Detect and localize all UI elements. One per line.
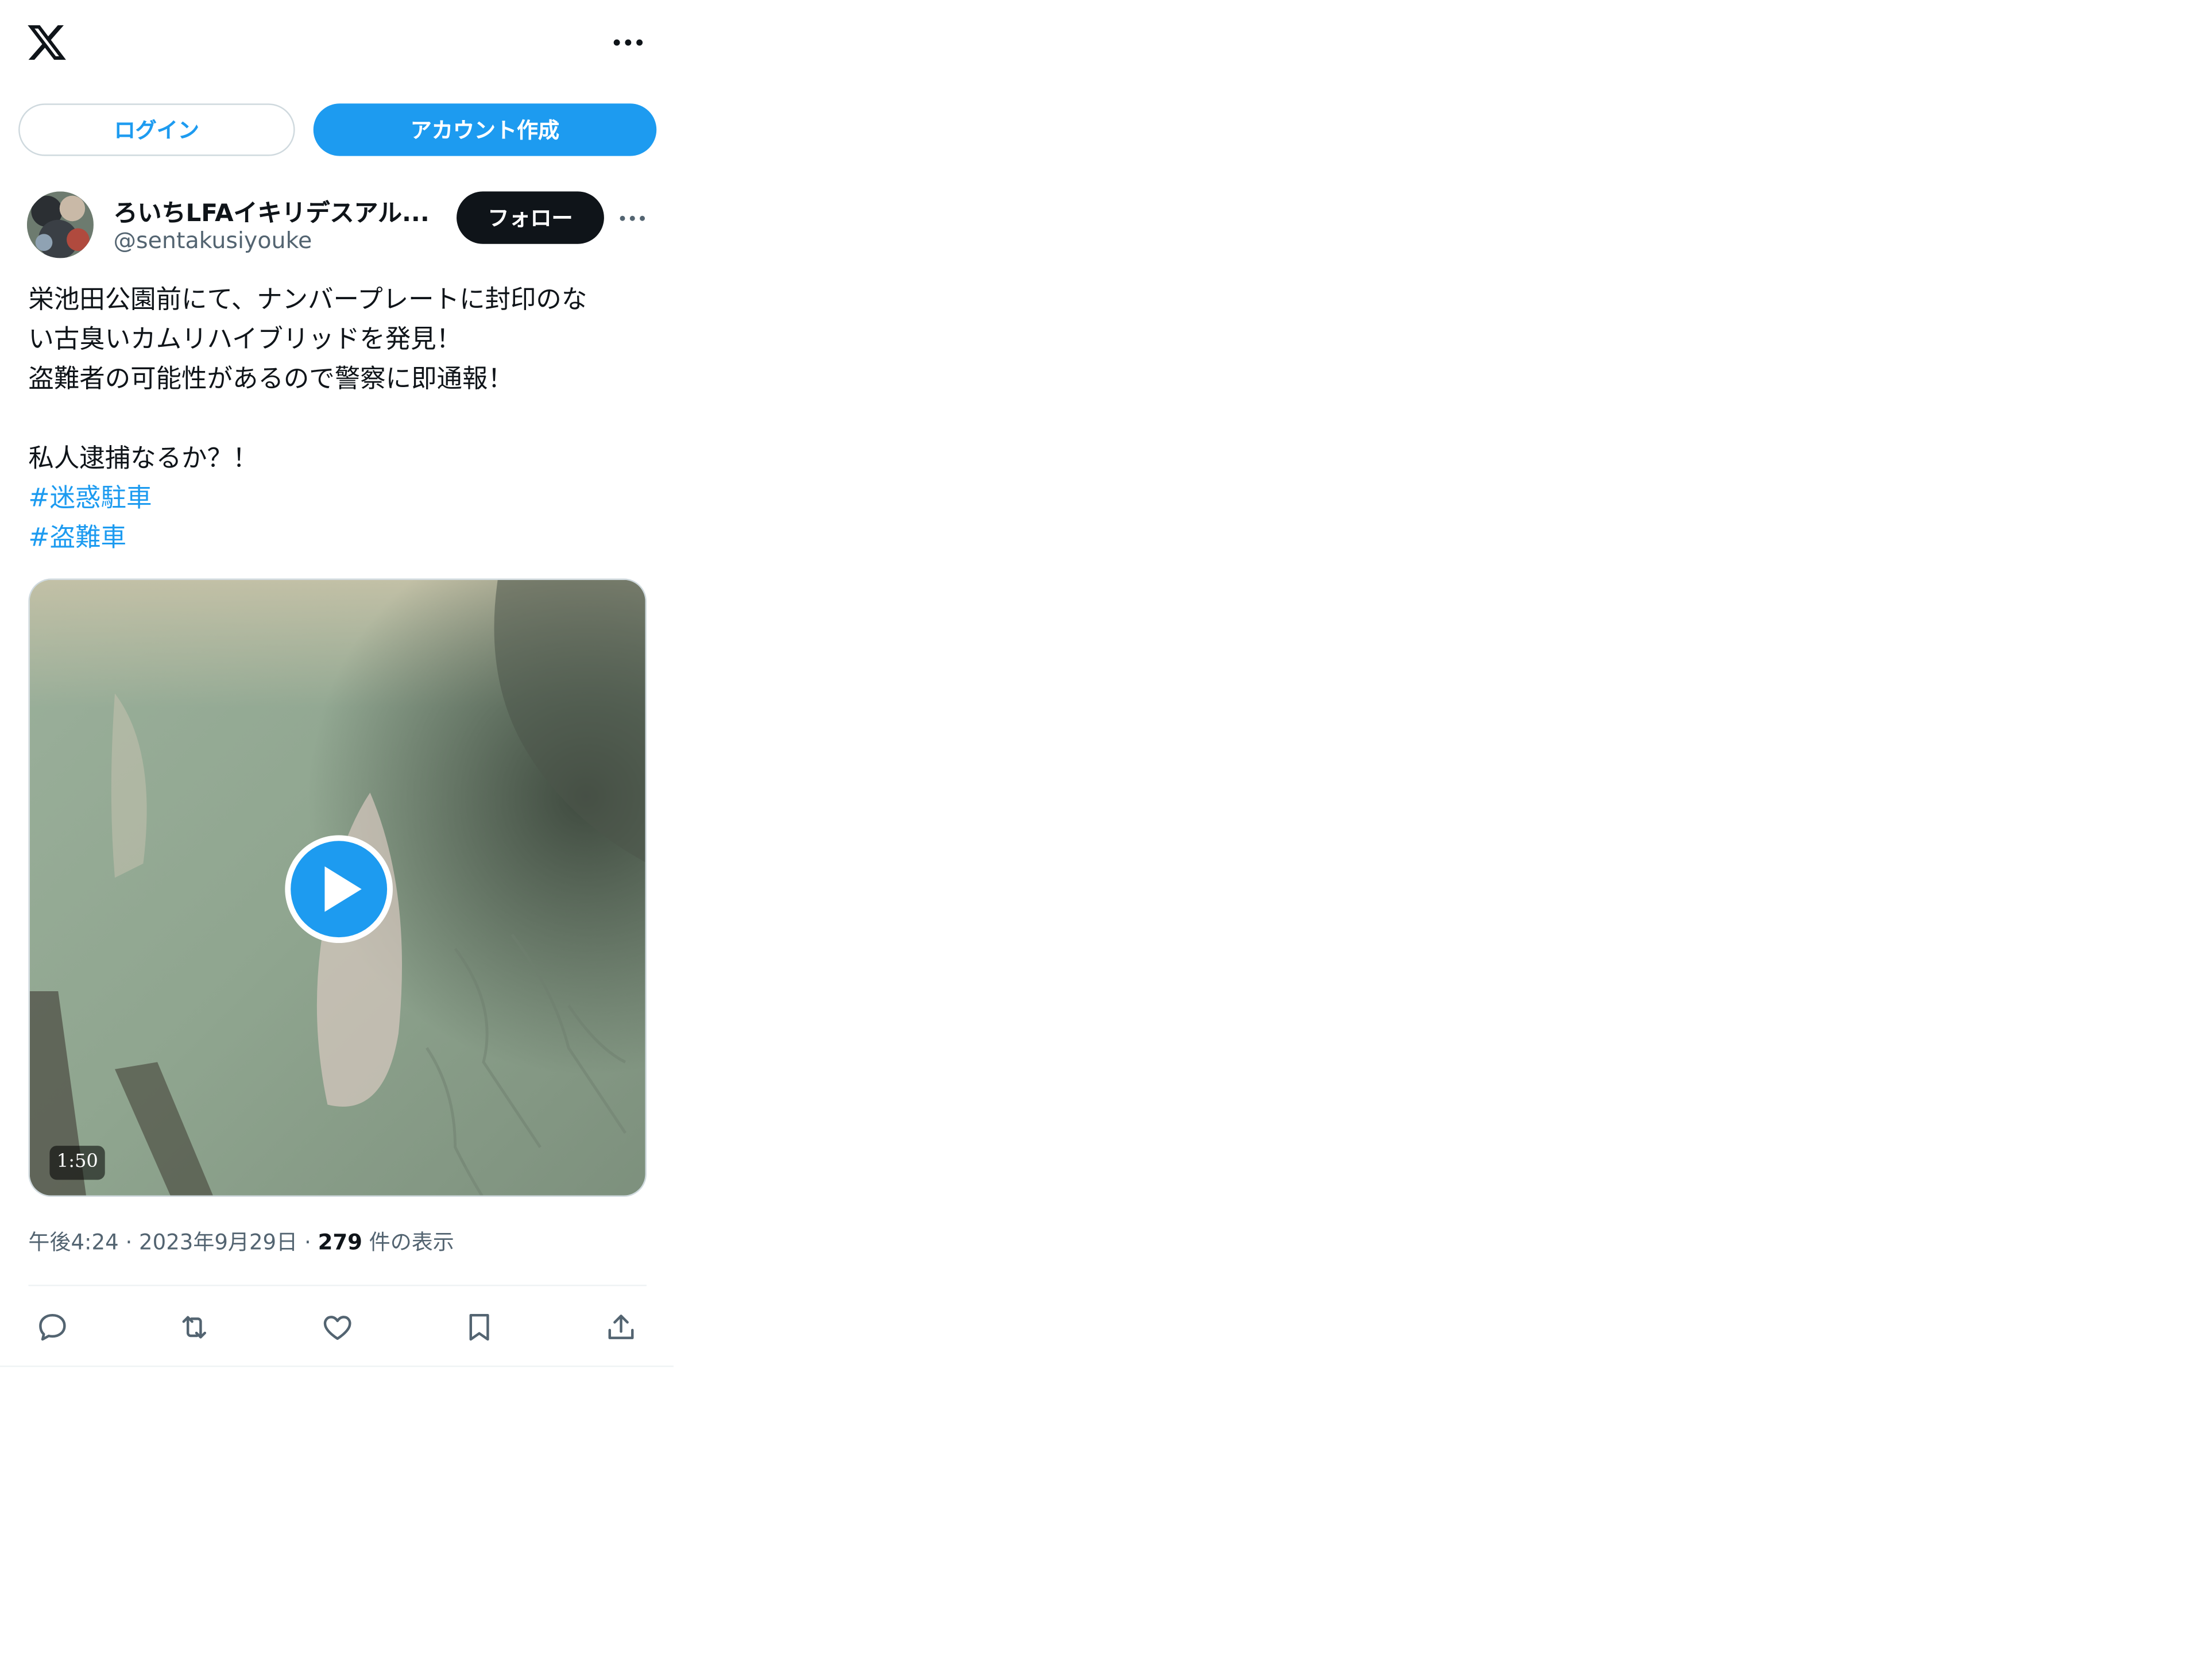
post-text-line: 私人逮捕なるか？！ <box>28 443 258 474</box>
x-logo-icon[interactable] <box>25 21 68 64</box>
top-bar <box>0 0 674 88</box>
post-meta: 午後4:24 · 2023年9月29日 · 279 件の表示 <box>28 1225 454 1259</box>
post-page: ログイン アカウント作成 ろいちLFAイキリデスアル... @sentakusi… <box>0 0 674 1367</box>
repost-icon[interactable] <box>170 1303 218 1351</box>
follow-button[interactable]: フォロー <box>457 191 604 244</box>
author-name[interactable]: ろいちLFAイキリデスアル... <box>114 193 443 228</box>
post-time[interactable]: 午後4:24 <box>28 1230 118 1255</box>
hashtag-link[interactable]: #盗難車 <box>28 519 652 559</box>
create-account-button[interactable]: アカウント作成 <box>313 103 657 156</box>
post-text-line: 栄池田公園前にて、ナンバープレートに封印のな <box>28 285 587 315</box>
video-player[interactable]: 1:50 <box>28 578 647 1197</box>
reply-icon[interactable] <box>28 1303 76 1351</box>
post-date[interactable]: 2023年9月29日 <box>139 1230 297 1255</box>
view-count[interactable]: 279 <box>318 1230 362 1255</box>
post-text-line: い古臭いカムリハイブリッドを発見！ <box>28 324 462 355</box>
video-duration: 1:50 <box>49 1146 106 1180</box>
more-horizontal-icon[interactable] <box>604 23 652 63</box>
post-text-line: 盗難者の可能性があるので警察に即通報！ <box>28 364 513 395</box>
bookmark-icon[interactable] <box>455 1303 504 1351</box>
post-more-icon[interactable] <box>613 202 652 235</box>
like-icon[interactable] <box>314 1303 362 1351</box>
meta-separator: · <box>304 1229 311 1255</box>
avatar[interactable] <box>26 191 94 258</box>
play-icon[interactable] <box>282 832 396 946</box>
post-text-line <box>28 400 652 439</box>
divider <box>28 1285 647 1286</box>
author-handle[interactable]: @sentakusiyouke <box>114 227 312 254</box>
meta-separator: · <box>125 1229 133 1255</box>
post-text: 栄池田公園前にて、ナンバープレートに封印のな い古臭いカムリハイブリッドを発見！… <box>28 281 652 559</box>
hashtag-link[interactable]: #迷惑駐車 <box>28 480 652 519</box>
view-label: 件の表示 <box>369 1229 454 1255</box>
share-icon[interactable] <box>597 1303 645 1351</box>
login-button[interactable]: ログイン <box>18 103 295 156</box>
